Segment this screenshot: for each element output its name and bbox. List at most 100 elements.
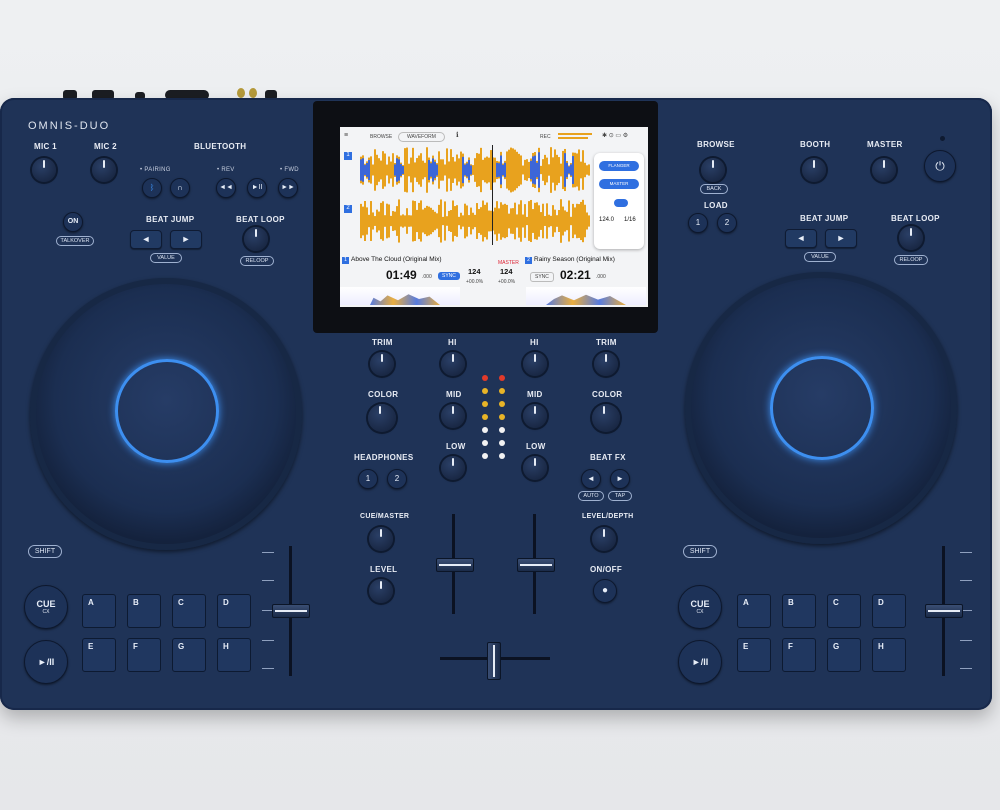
fx-on-off-button[interactable]: ● (593, 579, 617, 603)
ch2-fader[interactable] (517, 558, 555, 572)
beat-loop-label-right: BEAT LOOP (891, 214, 940, 223)
right-tempo-fader[interactable] (925, 604, 963, 618)
left-pad-c[interactable]: C (172, 594, 206, 628)
hi-left-knob[interactable] (441, 352, 465, 376)
right-pad-a[interactable]: A (737, 594, 771, 628)
rca-port (237, 88, 245, 98)
ch1-fader[interactable] (436, 558, 474, 572)
master-knob[interactable] (872, 158, 896, 182)
headphone-cue-1-button[interactable]: 1 (358, 469, 378, 489)
master-label-right: MASTER (867, 140, 903, 149)
headphone-cue-2-button[interactable]: 2 (387, 469, 407, 489)
right-pad-e[interactable]: E (737, 638, 771, 672)
meter-led (482, 440, 488, 446)
right-shift-button[interactable]: SHIFT (683, 545, 717, 558)
low-left-knob[interactable] (441, 456, 465, 480)
deck2-sync-button[interactable]: SYNC (530, 272, 554, 282)
meter-led (482, 453, 488, 459)
meter-led (499, 440, 505, 446)
left-play-button[interactable]: ►/II (24, 640, 68, 684)
forward-button[interactable]: ►► (278, 178, 298, 198)
right-pad-g[interactable]: G (827, 638, 861, 672)
screen-info-icon[interactable]: ℹ (456, 131, 459, 139)
mic1-label: MIC 1 (34, 142, 57, 151)
mid-right-knob[interactable] (523, 404, 547, 428)
fx-master-button[interactable]: MASTER (599, 179, 639, 189)
deck1-sync-button[interactable]: SYNC (438, 272, 460, 280)
tempo-tick (960, 580, 972, 581)
right-beat-loop-knob[interactable] (899, 226, 923, 250)
screen-menu-icon[interactable]: ≡ (344, 132, 348, 139)
mid-right-label: MID (527, 390, 543, 399)
left-shift-button[interactable]: SHIFT (28, 545, 62, 558)
cue-master-knob[interactable] (369, 527, 393, 551)
meter-led (499, 427, 505, 433)
beat-fx-prev-button[interactable]: ◄ (581, 469, 601, 489)
booth-knob[interactable] (802, 158, 826, 182)
power-button[interactable]: ⏻ (924, 150, 956, 182)
screen-browse-tab[interactable]: BROWSE (370, 134, 392, 140)
color-left-label: COLOR (368, 390, 399, 399)
screen-waveform-tab[interactable]: WAVEFORM (398, 132, 445, 142)
right-play-button[interactable]: ►/II (678, 640, 722, 684)
load-1-button[interactable]: 1 (688, 213, 708, 233)
load-2-button[interactable]: 2 (717, 213, 737, 233)
cue-master-label: CUE/MASTER (360, 513, 410, 520)
color-right-knob[interactable] (592, 404, 620, 432)
mid-left-knob[interactable] (441, 404, 465, 428)
playhead (492, 145, 493, 245)
reloop-label-right: RELOOP (894, 255, 928, 265)
bluetooth-pair-button[interactable]: ᛒ (142, 178, 162, 198)
left-pad-g[interactable]: G (172, 638, 206, 672)
rewind-button[interactable]: ◄◄ (216, 178, 236, 198)
deck2-overview (526, 287, 646, 305)
talkover-on-button[interactable]: ON (63, 212, 83, 232)
meter-led (482, 375, 488, 381)
right-pad-f[interactable]: F (782, 638, 816, 672)
left-pad-e[interactable]: E (82, 638, 116, 672)
fx-toggle[interactable] (614, 199, 628, 207)
trim-left-knob[interactable] (370, 352, 394, 376)
browse-knob[interactable] (701, 158, 725, 182)
beat-jump-back-button[interactable]: ◄ (130, 230, 162, 249)
tempo-tick (262, 668, 274, 669)
trim-right-label: TRIM (596, 338, 617, 347)
fx-flanger-button[interactable]: FLANGER (599, 161, 639, 171)
right-pad-d[interactable]: D (872, 594, 906, 628)
cue-label: CUE (36, 599, 56, 609)
beat-fx-next-button[interactable]: ► (610, 469, 630, 489)
meter-led (499, 375, 505, 381)
beat-loop-knob[interactable] (244, 227, 268, 251)
bt-play-button[interactable]: ►II (247, 178, 267, 198)
beat-jump-forward-button[interactable]: ► (170, 230, 202, 249)
left-pad-d[interactable]: D (217, 594, 251, 628)
hi-right-label: HI (530, 338, 539, 347)
headphone-icon[interactable]: ∩ (170, 178, 190, 198)
left-pad-f[interactable]: F (127, 638, 161, 672)
right-pad-c[interactable]: C (827, 594, 861, 628)
right-beat-jump-back-button[interactable]: ◄ (785, 229, 817, 248)
right-beat-jump-forward-button[interactable]: ► (825, 229, 857, 248)
right-cue-button[interactable]: CUE CX (678, 585, 722, 629)
touch-display[interactable]: ≡ BROWSE WAVEFORM ℹ REC ✱ ⊙ ▭ ⚙ 1 2 FLAN… (340, 127, 648, 307)
right-pad-b[interactable]: B (782, 594, 816, 628)
mic2-knob[interactable] (92, 158, 116, 182)
left-pad-a[interactable]: A (82, 594, 116, 628)
color-left-knob[interactable] (368, 404, 396, 432)
crossfader[interactable] (487, 642, 501, 680)
trim-right-knob[interactable] (594, 352, 618, 376)
right-pad-h[interactable]: H (872, 638, 906, 672)
left-pad-b[interactable]: B (127, 594, 161, 628)
deck2-time-ms: .000 (596, 274, 606, 280)
meter-led (482, 401, 488, 407)
low-right-knob[interactable] (523, 456, 547, 480)
fx-panel[interactable]: FLANGER MASTER 124.0 1/16 (594, 153, 644, 249)
deck1-num: 1 (342, 257, 349, 264)
left-pad-h[interactable]: H (217, 638, 251, 672)
hi-right-knob[interactable] (523, 352, 547, 376)
left-tempo-fader[interactable] (272, 604, 310, 618)
mic1-knob[interactable] (32, 158, 56, 182)
hp-level-knob[interactable] (369, 579, 393, 603)
left-cue-button[interactable]: CUE CX (24, 585, 68, 629)
level-depth-knob[interactable] (592, 527, 616, 551)
